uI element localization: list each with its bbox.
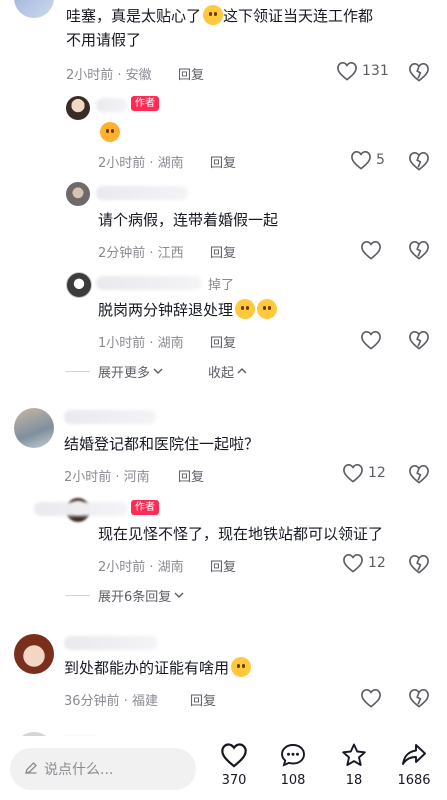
reply-button[interactable]: 回复 <box>178 64 204 83</box>
avatar[interactable] <box>14 408 54 448</box>
like-count: 131 <box>362 63 389 79</box>
username-suffix: 掉了 <box>208 278 235 293</box>
chevron-up-icon <box>237 364 247 379</box>
surprised-emoji-icon <box>231 657 252 677</box>
reply-button[interactable]: 回复 <box>210 152 236 171</box>
comment-text: 到处都能办的证能有啥用 <box>64 656 424 680</box>
dislike-icon[interactable] <box>408 554 430 574</box>
dislike-icon[interactable] <box>408 464 430 484</box>
reply-button[interactable]: 回复 <box>210 556 236 575</box>
avatar[interactable] <box>14 0 54 18</box>
comment-text: 哇塞，真是太贴心了 这下领证当天连工作都 不用请假了 <box>66 5 374 49</box>
heart-icon <box>342 553 364 573</box>
comment-text: 现在见怪不怪了，现在地铁站都可以领证了 <box>98 525 384 543</box>
heart-icon <box>350 150 372 170</box>
bottom-bar: 说点什么... 370 108 18 1686 <box>0 736 447 800</box>
divider <box>66 595 90 596</box>
avatar[interactable] <box>66 96 90 120</box>
laugh-cry-emoji-icon <box>100 122 120 142</box>
like-button[interactable]: 131 <box>336 61 389 81</box>
username[interactable] <box>64 410 156 424</box>
like-count: 5 <box>376 152 385 168</box>
dislike-icon[interactable] <box>408 688 430 708</box>
share-arrow-icon <box>400 742 428 772</box>
heart-icon <box>336 61 358 81</box>
username[interactable] <box>96 276 202 290</box>
dislike-icon[interactable] <box>408 62 430 82</box>
chevron-down-icon <box>153 364 163 379</box>
comment-text: 结婚登记都和医院住一起啦？ <box>64 435 260 453</box>
reply-button[interactable]: 回复 <box>190 690 216 709</box>
like-button[interactable]: 5 <box>350 150 385 170</box>
collapse-button[interactable]: 收起 <box>208 362 247 381</box>
heart-icon[interactable] <box>360 688 382 708</box>
share-action[interactable]: 1686 <box>394 742 434 788</box>
comment-bubble-icon <box>279 742 307 772</box>
share-count: 1686 <box>397 773 431 788</box>
avatar[interactable] <box>66 182 90 206</box>
username[interactable] <box>96 186 188 200</box>
comment-meta: 2小时前 · 湖南 <box>98 560 184 575</box>
heart-icon[interactable] <box>360 330 382 350</box>
author-badge: 作者 <box>131 500 159 515</box>
username[interactable] <box>96 98 128 112</box>
username[interactable] <box>34 502 128 516</box>
chevron-down-icon <box>174 588 184 603</box>
reply-button[interactable]: 回复 <box>210 242 236 261</box>
like-button[interactable]: 12 <box>342 463 386 483</box>
like-count: 12 <box>368 465 386 481</box>
comment-meta: 2分钟前 · 江西 <box>98 246 184 261</box>
avatar[interactable] <box>66 272 92 298</box>
dislike-icon[interactable] <box>408 240 430 260</box>
comment-count: 108 <box>280 773 306 788</box>
heart-icon[interactable] <box>360 240 382 260</box>
expand-replies-button[interactable]: 展开6条回复 <box>66 586 184 605</box>
author-badge: 作者 <box>131 96 159 111</box>
thinking-emoji-icon <box>235 299 256 319</box>
reply-button[interactable]: 回复 <box>210 332 236 351</box>
reply-button[interactable]: 回复 <box>178 466 204 485</box>
shy-emoji-icon <box>203 5 224 25</box>
pencil-icon <box>24 760 38 779</box>
like-count: 370 <box>221 773 247 788</box>
comment-meta: 2小时前 · 安徽 <box>66 68 152 83</box>
input-placeholder: 说点什么... <box>44 762 114 778</box>
thinking-emoji-icon <box>257 299 278 319</box>
heart-icon <box>342 463 364 483</box>
like-count: 12 <box>368 555 386 571</box>
avatar[interactable] <box>14 634 54 674</box>
like-button[interactable]: 12 <box>342 553 386 573</box>
username[interactable] <box>64 636 158 650</box>
comment-action[interactable]: 108 <box>273 742 313 788</box>
like-action[interactable]: 370 <box>214 742 254 788</box>
dislike-icon[interactable] <box>408 151 430 171</box>
star-icon <box>340 742 368 772</box>
comment-meta: 1小时前 · 湖南 <box>98 336 184 351</box>
expand-more-button[interactable]: 展开更多 <box>66 362 163 381</box>
comment-meta: 2小时前 · 河南 <box>64 470 150 485</box>
dislike-icon[interactable] <box>408 330 430 350</box>
divider <box>66 371 90 372</box>
favorite-count: 18 <box>345 773 363 788</box>
heart-icon <box>220 742 248 772</box>
comment-meta: 36分钟前 · 福建 <box>64 694 158 709</box>
comment-input[interactable]: 说点什么... <box>10 748 196 790</box>
favorite-action[interactable]: 18 <box>334 742 374 788</box>
comment-text: 脱岗两分钟辞退处理 <box>98 298 428 322</box>
comment-text: 请个病假，连带着婚假一起 <box>98 211 279 229</box>
comment-meta: 2小时前 · 湖南 <box>98 156 184 171</box>
